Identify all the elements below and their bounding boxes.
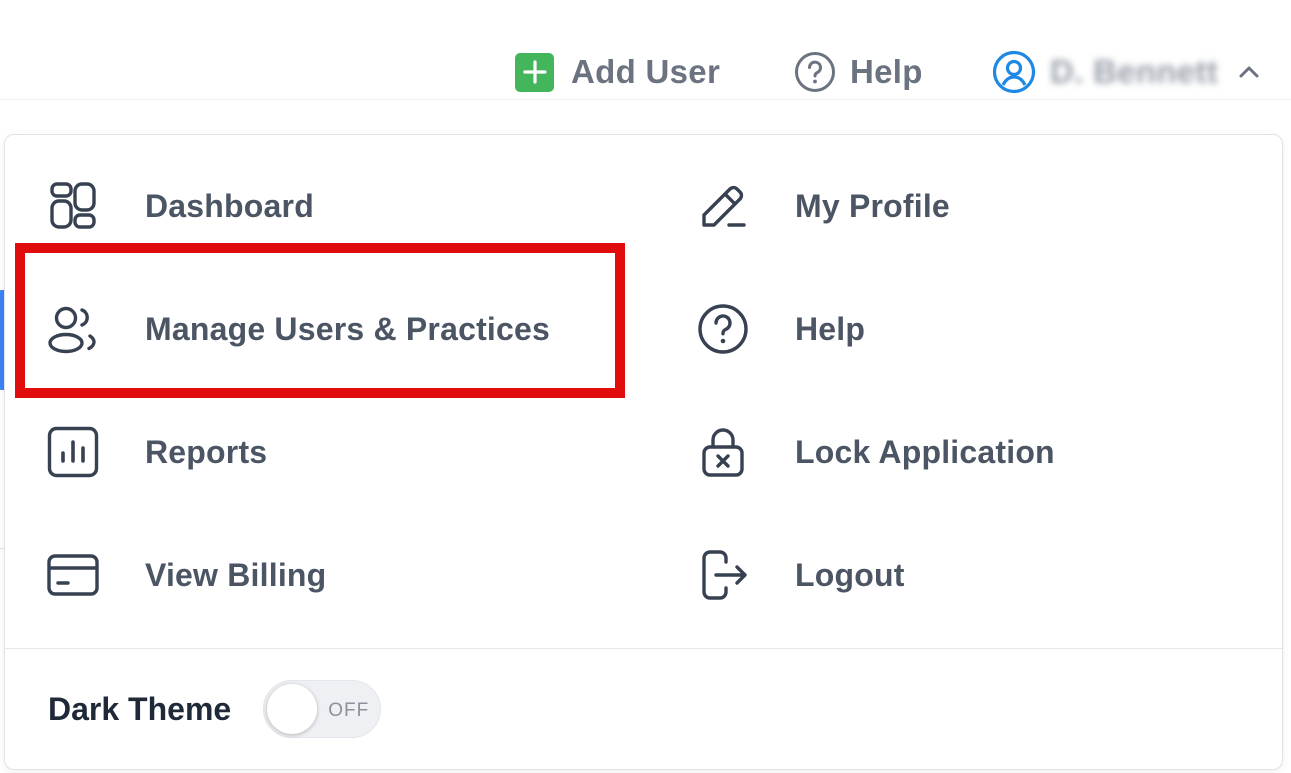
menu-item-label: Manage Users & Practices	[145, 310, 551, 347]
user-dropdown-menu: Dashboard Manage Users & Practices Repor…	[4, 134, 1283, 770]
menu-item-help[interactable]: Help	[695, 294, 865, 364]
menu-item-label: Lock Application	[795, 433, 1055, 470]
help-button[interactable]: Help	[794, 50, 923, 94]
question-circle-icon	[695, 301, 751, 357]
menu-item-label: Reports	[145, 433, 268, 470]
add-user-label: Add User	[571, 53, 721, 90]
user-circle-icon	[992, 50, 1036, 94]
menu-item-label: Help	[795, 310, 866, 347]
dark-theme-toggle[interactable]: OFF	[263, 680, 382, 738]
menu-item-reports[interactable]: Reports	[45, 417, 267, 487]
question-circle-icon	[795, 52, 835, 92]
help-label: Help	[850, 53, 923, 90]
user-menu-button[interactable]: D. Bennett	[992, 50, 1260, 94]
toggle-knob	[267, 684, 318, 734]
user-name: D. Bennett	[1050, 53, 1218, 90]
menu-item-my-profile[interactable]: My Profile	[695, 171, 950, 241]
credit-card-icon	[45, 547, 101, 603]
bar-chart-icon	[45, 424, 101, 480]
menu-item-label: My Profile	[795, 187, 950, 224]
toggle-state-label: OFF	[328, 700, 370, 721]
menu-item-lock-application[interactable]: Lock Application	[695, 417, 1055, 487]
logout-icon	[695, 547, 751, 603]
dark-theme-label: Dark Theme	[48, 690, 232, 727]
dashboard-icon	[45, 178, 101, 234]
menu-item-logout[interactable]: Logout	[695, 540, 905, 610]
menu-item-manage-users[interactable]: Manage Users & Practices	[45, 294, 550, 364]
add-user-button[interactable]: Add User	[515, 50, 720, 94]
chevron-up-icon	[1239, 66, 1259, 78]
top-bar: Add User Help D. Bennett	[0, 0, 1291, 100]
pencil-icon	[695, 178, 751, 234]
menu-item-view-billing[interactable]: View Billing	[45, 540, 326, 610]
menu-item-label: View Billing	[145, 556, 327, 593]
users-icon	[45, 301, 101, 357]
dark-theme-row: Dark Theme OFF	[48, 675, 382, 743]
menu-item-label: Dashboard	[145, 187, 314, 224]
menu-item-dashboard[interactable]: Dashboard	[45, 171, 314, 241]
plus-square-icon	[515, 52, 554, 92]
menu-divider	[5, 648, 1282, 649]
lock-icon	[695, 424, 751, 480]
menu-item-label: Logout	[795, 556, 905, 593]
